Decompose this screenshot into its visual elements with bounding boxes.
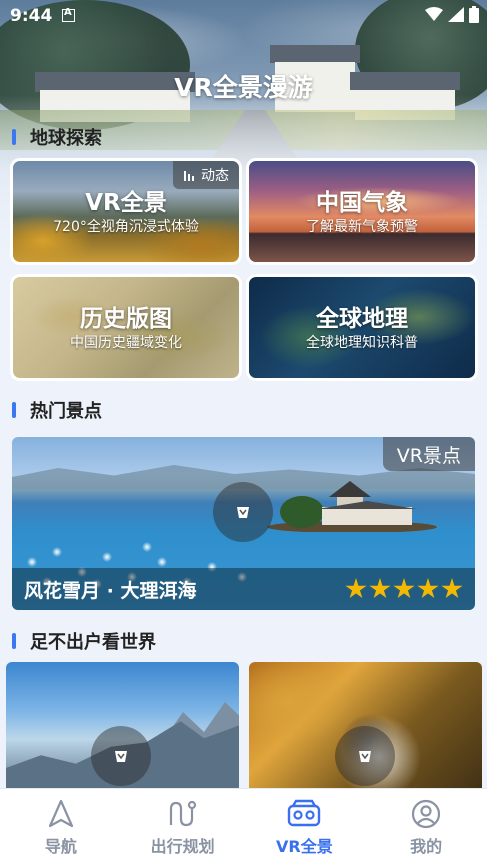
nav-label: 出行规划 <box>150 836 215 856</box>
tag-label: 动态 <box>201 168 229 184</box>
vr-spot-tag: VR景点 <box>382 437 475 471</box>
card-subtitle: 全球地理知识科普 <box>306 335 418 351</box>
rating-stars <box>345 578 463 600</box>
feature-card-vr-panorama[interactable]: 动态 VR全景 720°全视角沉浸式体验 <box>13 161 239 262</box>
card-subtitle: 中国历史疆域变化 <box>70 335 182 351</box>
feature-card-china-weather[interactable]: 中国气象 了解最新气象预警 <box>249 161 475 262</box>
island-pavilion <box>267 481 437 532</box>
card-title: 历史版图 <box>80 306 172 332</box>
nav-item-profile[interactable]: 我的 <box>365 789 487 866</box>
section-marker <box>12 402 16 418</box>
status-time: 9:44 <box>10 6 53 26</box>
section-hot-spots: 热门景点 <box>12 397 102 423</box>
vr-play-button[interactable] <box>213 482 273 542</box>
wifi-icon <box>425 7 443 21</box>
status-bar: 9:44 <box>0 0 487 32</box>
star-icon <box>417 578 439 599</box>
nav-item-trip-planning[interactable]: 出行规划 <box>122 789 244 866</box>
bottom-nav: 导航 出行规划 VR全景 我的 <box>0 788 487 866</box>
nav-label: 我的 <box>410 836 443 856</box>
app-title: VR全景漫游 <box>174 73 313 102</box>
section-title: 热门景点 <box>30 401 102 422</box>
nav-item-navigation[interactable]: 导航 <box>0 789 122 866</box>
section-see-world: 足不出户看世界 <box>12 628 156 654</box>
vr-headset-icon <box>288 799 321 826</box>
star-icon <box>345 578 367 599</box>
bars-icon <box>184 171 194 181</box>
nav-label: 导航 <box>44 836 77 856</box>
section-title: 地球探索 <box>30 128 102 149</box>
spot-info-bar: 风花雪月 · 大理洱海 <box>12 568 475 610</box>
card-subtitle: 了解最新气象预警 <box>306 219 418 235</box>
section-marker <box>12 129 16 145</box>
nav-label: VR全景 <box>276 836 333 856</box>
section-earth-explore: 地球探索 <box>12 124 102 150</box>
nav-item-vr-panorama[interactable]: VR全景 <box>244 789 366 866</box>
vr-play-icon <box>359 751 371 762</box>
vr-play-button[interactable] <box>335 726 395 786</box>
section-marker <box>12 633 16 649</box>
card-subtitle: 720°全视角沉浸式体验 <box>53 219 199 235</box>
notification-icon <box>62 7 75 22</box>
feature-card-global-geography[interactable]: 全球地理 全球地理知识科普 <box>249 277 475 378</box>
battery-icon <box>469 6 479 23</box>
card-title: 全球地理 <box>316 306 408 332</box>
spot-name: 风花雪月 · 大理洱海 <box>24 579 197 602</box>
section-title: 足不出户看世界 <box>30 632 156 653</box>
profile-icon <box>412 799 441 828</box>
star-icon <box>441 578 463 599</box>
vr-play-icon <box>115 751 127 762</box>
feature-card-history-map[interactable]: 历史版图 中国历史疆域变化 <box>13 277 239 378</box>
card-title: VR全景 <box>85 190 167 216</box>
navigation-arrow-icon <box>48 799 73 827</box>
star-icon <box>369 578 391 599</box>
route-icon <box>169 800 196 826</box>
vr-play-icon <box>237 507 249 518</box>
card-title: 中国气象 <box>316 190 408 216</box>
signal-icon <box>448 7 464 22</box>
vr-play-button[interactable] <box>91 726 151 786</box>
star-icon <box>393 578 415 599</box>
